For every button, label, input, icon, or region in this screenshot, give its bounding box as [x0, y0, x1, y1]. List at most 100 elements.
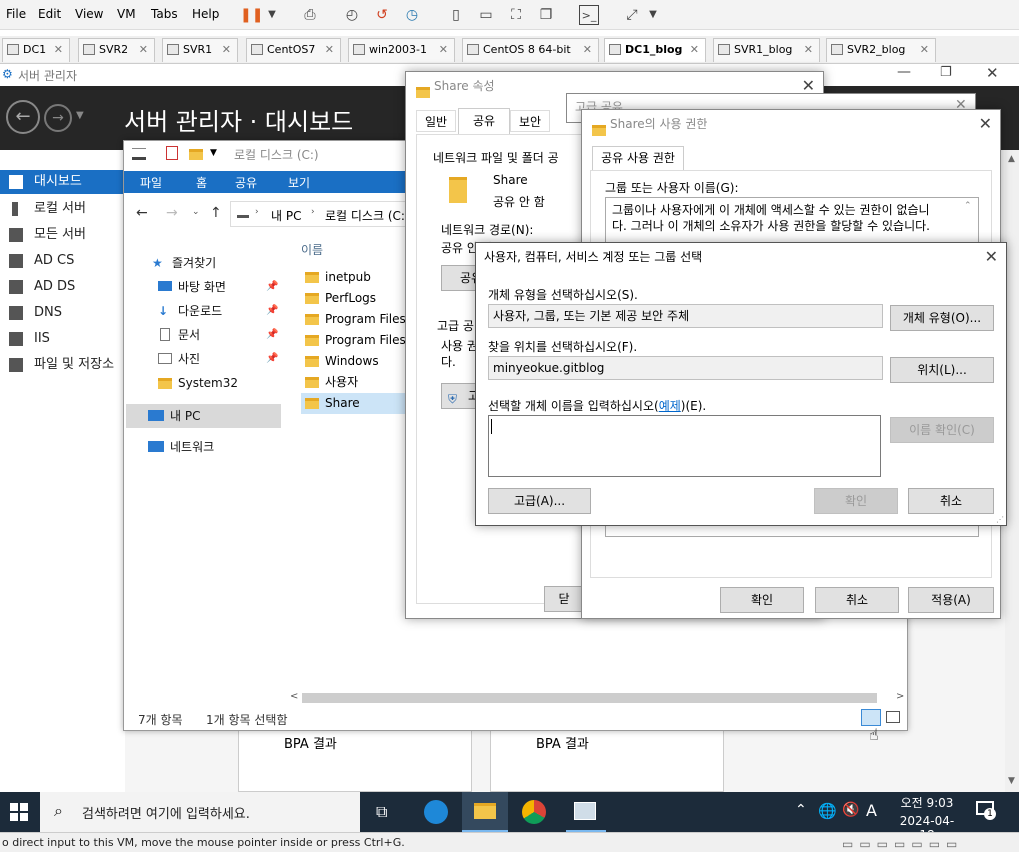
chevron-down-icon[interactable]: ▼ — [262, 5, 282, 25]
nav-documents[interactable]: 문서 📌 — [156, 325, 278, 345]
close-icon[interactable]: ✕ — [222, 39, 231, 61]
ribbon-tab-view[interactable]: 보기 — [288, 174, 310, 191]
thumbnail-icon[interactable]: ▭ — [476, 5, 496, 25]
resize-grip-icon[interactable]: ⋰ — [996, 515, 1004, 524]
edge-icon[interactable] — [424, 800, 448, 824]
close-icon[interactable]: ✕ — [325, 39, 334, 61]
snapshot-manager-icon[interactable]: ◷ — [402, 5, 422, 25]
close-icon[interactable]: ✕ — [920, 39, 929, 61]
nav-network[interactable]: 네트워크 — [148, 437, 214, 457]
chevron-down-icon[interactable]: ▼ — [1008, 776, 1015, 786]
breadcrumb-drive[interactable]: 로컬 디스크 (C: — [325, 207, 405, 224]
chevron-up-icon[interactable]: ▲ — [1008, 154, 1015, 164]
ribbon-tab-file[interactable]: 파일 — [140, 174, 162, 191]
task-view-icon[interactable]: ⧉ — [376, 802, 387, 822]
pin-icon[interactable]: 📌 — [266, 325, 278, 345]
nav-favorites[interactable]: ★ 즐겨찾기 — [150, 253, 216, 273]
file-row-selected[interactable]: Share — [301, 393, 407, 414]
close-icon[interactable]: ✕ — [54, 39, 63, 61]
tab-general[interactable]: 일반 — [416, 110, 456, 132]
sidebar-item-dns[interactable]: DNS — [0, 301, 125, 325]
locations-button[interactable]: 위치(L)... — [890, 357, 994, 383]
menu-edit[interactable]: Edit — [38, 7, 61, 21]
object-names-input[interactable] — [488, 415, 881, 477]
folder-icon[interactable] — [189, 147, 203, 161]
snapshot-icon[interactable]: ◴ — [342, 5, 362, 25]
close-button[interactable]: 닫 — [544, 586, 584, 612]
stretch-icon[interactable]: ⤢ — [622, 5, 642, 25]
vm-tab-svr1[interactable]: SVR1 ✕ — [162, 38, 238, 62]
vm-tab-svr1-blog[interactable]: SVR1_blog ✕ — [713, 38, 820, 62]
console-icon[interactable]: >_ — [579, 5, 599, 25]
close-icon[interactable]: ✕ — [986, 64, 999, 82]
nav-desktop[interactable]: 바탕 화면 📌 — [156, 277, 278, 297]
restore-icon[interactable]: ❐ — [940, 65, 952, 80]
apply-button[interactable]: 적용(A) — [908, 587, 994, 613]
chevron-up-icon[interactable]: ⌃ — [964, 201, 972, 211]
sidebar-toggle-icon[interactable]: ▯ — [446, 5, 466, 25]
cancel-button[interactable]: 취소 — [815, 587, 899, 613]
chevron-down-icon[interactable]: ▼ — [76, 110, 84, 121]
object-types-button[interactable]: 개체 유형(O)... — [890, 305, 994, 331]
chevron-down-icon[interactable]: ▼ — [210, 148, 217, 158]
scroll-thumb[interactable] — [302, 693, 877, 703]
vm-tab-centos7[interactable]: CentOS7 ✕ — [246, 38, 341, 62]
details-view-icon[interactable] — [861, 709, 881, 726]
chevron-down-icon[interactable]: ▼ — [643, 5, 663, 25]
back-icon[interactable]: ← — [136, 205, 148, 221]
up-icon[interactable]: ↑ — [210, 205, 222, 221]
tab-sharing[interactable]: 공유 — [458, 108, 510, 134]
notification-icon[interactable]: 1 — [976, 801, 996, 821]
windows-start-icon[interactable] — [10, 803, 28, 821]
minimize-icon[interactable]: — — [897, 64, 911, 80]
back-icon[interactable]: ← — [6, 100, 40, 134]
advanced-button[interactable]: 고급(A)... — [488, 488, 591, 514]
sidebar-item-ad-ds[interactable]: AD DS — [0, 275, 125, 299]
close-icon[interactable]: ✕ — [690, 39, 699, 61]
ime-indicator[interactable]: A — [866, 801, 877, 820]
close-icon[interactable]: ✕ — [804, 39, 813, 61]
vm-tab-win2003[interactable]: win2003-1 ✕ — [348, 38, 455, 62]
file-explorer-taskbar-button[interactable] — [462, 792, 508, 832]
sidebar-item-ad-cs[interactable]: AD CS — [0, 249, 125, 273]
pause-icon[interactable]: ❚❚ — [240, 5, 263, 25]
cancel-button[interactable]: 취소 — [908, 488, 994, 514]
horizontal-scrollbar[interactable]: < > — [286, 691, 906, 705]
menu-vm[interactable]: VM — [117, 7, 136, 21]
tab-security[interactable]: 보안 — [510, 110, 550, 132]
pin-icon[interactable]: 📌 — [266, 277, 278, 297]
send-keys-icon[interactable]: ⎙ — [300, 5, 320, 25]
sidebar-item-file-storage[interactable]: 파일 및 저장소 — [0, 353, 125, 377]
breadcrumb-pc[interactable]: 내 PC — [271, 207, 301, 224]
sidebar-item-all-servers[interactable]: 모든 서버 — [0, 223, 125, 247]
pin-icon[interactable]: 📌 — [266, 301, 278, 321]
large-icons-view-icon[interactable] — [886, 711, 900, 723]
revert-snapshot-icon[interactable]: ↺ — [372, 5, 392, 25]
close-icon[interactable]: ✕ — [985, 243, 998, 271]
unity-icon[interactable]: ❐ — [536, 5, 556, 25]
address-bar[interactable]: › 내 PC › 로컬 디스크 (C: — [230, 201, 410, 227]
speaker-muted-icon[interactable]: 🔇 — [842, 802, 859, 818]
sidebar-item-iis[interactable]: IIS — [0, 327, 125, 351]
ribbon-tab-share[interactable]: 공유 — [235, 174, 257, 191]
vm-tab-svr2-blog[interactable]: SVR2_blog ✕ — [826, 38, 936, 62]
vm-tab-dc1-blog[interactable]: DC1_blog ✕ — [604, 38, 706, 62]
ok-button[interactable]: 확인 — [720, 587, 804, 613]
sidebar-item-dashboard[interactable]: 대시보드 — [0, 170, 125, 194]
vm-tab-centos8[interactable]: CentOS 8 64-bit ✕ — [462, 38, 599, 62]
vm-tab-svr2[interactable]: SVR2 ✕ — [78, 38, 155, 62]
menu-view[interactable]: View — [75, 7, 103, 21]
nav-system32[interactable]: System32 — [156, 373, 238, 393]
close-icon[interactable]: ✕ — [979, 110, 992, 138]
nav-pictures[interactable]: 사진 📌 — [156, 349, 278, 369]
column-header-name[interactable]: 이름 — [301, 241, 323, 258]
nav-this-pc[interactable]: 내 PC — [148, 406, 200, 426]
chevron-left-icon[interactable]: < — [290, 691, 298, 702]
properties-icon[interactable] — [166, 146, 178, 160]
network-globe-icon[interactable]: 🌐 — [818, 802, 837, 820]
ribbon-tab-home[interactable]: 홈 — [196, 174, 207, 191]
pin-icon[interactable]: 📌 — [266, 349, 278, 369]
chevron-up-icon[interactable]: ⌃ — [795, 802, 807, 818]
scrollbar[interactable]: ▲ ▼ — [1005, 150, 1019, 792]
server-manager-taskbar-button[interactable] — [566, 792, 606, 832]
